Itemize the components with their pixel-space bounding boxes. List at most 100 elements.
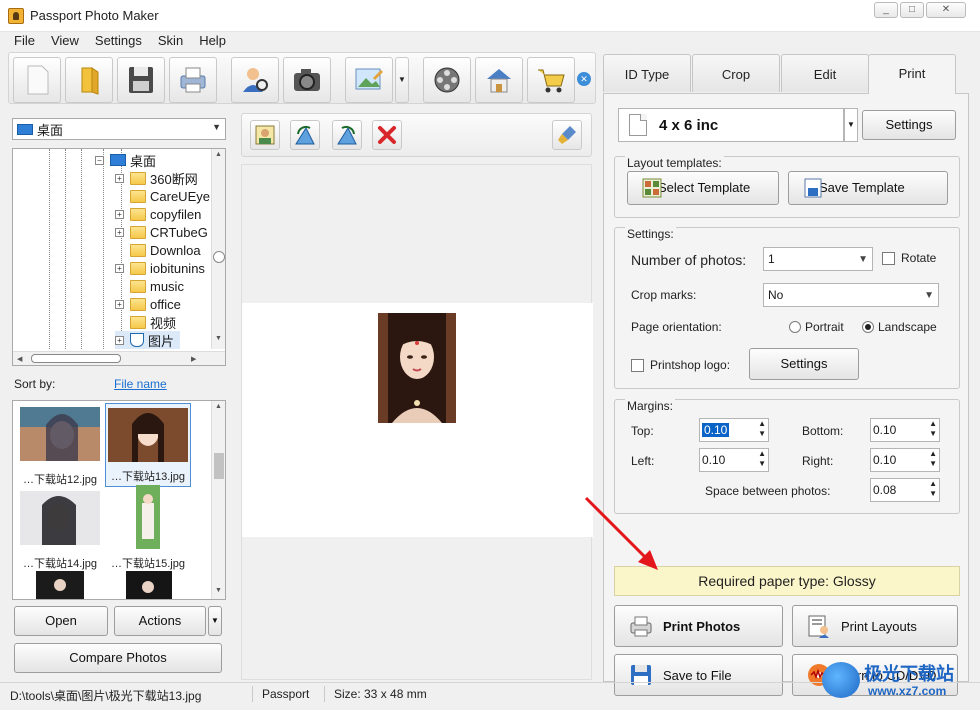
compare-photos-button[interactable]: Compare Photos xyxy=(14,643,222,673)
tree-item[interactable]: + iobitunins xyxy=(115,259,205,277)
spin-arrows-icon[interactable]: ▲ ▼ xyxy=(929,419,937,439)
paper-size-select[interactable]: 4 x 6 inc xyxy=(618,108,844,142)
num-photos-select[interactable]: 1 ▼ xyxy=(763,247,873,271)
tree-item[interactable]: + CRTubeG xyxy=(115,223,208,241)
person-search-button[interactable] xyxy=(231,57,279,103)
save-template-button[interactable]: Save Template xyxy=(788,171,948,205)
layout-templates-group: Layout templates: Select Template Save T… xyxy=(614,156,960,218)
maximize-button[interactable]: □ xyxy=(900,2,924,18)
tree-item[interactable]: Downloa xyxy=(115,241,201,259)
open-button[interactable]: Open xyxy=(14,606,108,636)
scroll-right-icon[interactable]: ▶ xyxy=(191,355,196,363)
tree-item[interactable]: + copyfilen xyxy=(115,205,201,223)
folder-dropdown[interactable]: 桌面 ▼ xyxy=(12,118,226,140)
paper-size-dropdown[interactable]: ▼ xyxy=(844,108,858,142)
expand-icon[interactable]: + xyxy=(115,263,124,273)
tree-item-selected[interactable]: + 图片 xyxy=(115,331,181,349)
minimize-button[interactable]: _ xyxy=(874,2,898,18)
printshop-logo-checkbox[interactable] xyxy=(631,359,644,372)
tab-crop[interactable]: Crop xyxy=(692,54,780,92)
thumbnail-scrollbar[interactable]: ▲ ▼ xyxy=(211,401,225,599)
tree-item-label: 360断网 xyxy=(150,171,198,187)
collapse-icon[interactable]: − xyxy=(95,155,104,165)
scroll-up-icon[interactable]: ▲ xyxy=(215,403,222,410)
right-margin-input[interactable]: 0.10 ▲ ▼ xyxy=(870,448,940,472)
tree-item[interactable]: 视频 xyxy=(115,313,176,331)
top-margin-input[interactable]: 0.10 ▲ ▼ xyxy=(699,418,769,442)
portrait-radio[interactable] xyxy=(789,321,801,333)
scroll-thumb[interactable] xyxy=(214,453,224,479)
print-layouts-button[interactable]: Print Layouts xyxy=(792,605,958,647)
select-template-button[interactable]: Select Template xyxy=(627,171,779,205)
menu-view[interactable]: View xyxy=(43,32,87,52)
actions-button[interactable]: Actions xyxy=(114,606,206,636)
expand-icon[interactable]: + xyxy=(115,335,124,345)
tree-item[interactable]: + 360断网 xyxy=(115,169,198,187)
passport-photo[interactable] xyxy=(378,313,456,423)
thumbnail-item[interactable] xyxy=(105,571,191,599)
tree-horizontal-scrollbar[interactable]: ◀ ▶ xyxy=(13,351,225,365)
scroll-left-icon[interactable]: ◀ xyxy=(17,355,22,363)
scroll-down-icon[interactable]: ▼ xyxy=(215,587,222,594)
crop-marks-select[interactable]: No ▼ xyxy=(763,283,939,307)
image-edit-button[interactable] xyxy=(345,57,393,103)
expand-icon[interactable]: + xyxy=(115,299,124,309)
expand-icon[interactable]: + xyxy=(115,227,124,237)
image-edit-dropdown[interactable]: ▼ xyxy=(395,57,409,103)
film-button[interactable] xyxy=(423,57,471,103)
scroll-thumb[interactable] xyxy=(213,251,225,263)
thumbnail-item[interactable]: …下载站12.jpg xyxy=(17,405,103,489)
left-margin-input[interactable]: 0.10 ▲ ▼ xyxy=(699,448,769,472)
rotate-checkbox[interactable] xyxy=(882,252,895,265)
paper-settings-button[interactable]: Settings xyxy=(862,110,956,140)
thumbnail-item[interactable] xyxy=(17,571,103,599)
tab-print[interactable]: Print xyxy=(868,54,956,94)
tree-item[interactable]: + office xyxy=(115,295,181,313)
menu-settings[interactable]: Settings xyxy=(87,32,150,52)
save-button[interactable] xyxy=(117,57,165,103)
scroll-up-icon[interactable]: ▲ xyxy=(215,151,222,158)
tree-item-root[interactable]: − 桌面 xyxy=(95,151,156,169)
print-photos-button[interactable]: Print Photos xyxy=(614,605,783,647)
bottom-margin-input[interactable]: 0.10 ▲ ▼ xyxy=(870,418,940,442)
menu-help[interactable]: Help xyxy=(191,32,234,52)
actions-dropdown[interactable]: ▼ xyxy=(208,606,222,636)
tree-item[interactable]: music xyxy=(115,277,184,295)
tab-edit[interactable]: Edit xyxy=(781,54,869,92)
rotate-right-button[interactable] xyxy=(332,120,362,150)
spin-arrows-icon[interactable]: ▲ ▼ xyxy=(758,449,766,469)
rotate-label: Rotate xyxy=(901,251,937,265)
close-button[interactable]: ✕ xyxy=(926,2,966,18)
printshop-settings-button[interactable]: Settings xyxy=(749,348,859,380)
clear-button[interactable] xyxy=(552,120,582,150)
thumbnail-item[interactable]: …下载站15.jpg xyxy=(105,485,191,573)
home-button[interactable] xyxy=(475,57,523,103)
spin-arrows-icon[interactable]: ▲ ▼ xyxy=(758,419,766,439)
folder-dropdown-value: 桌面 xyxy=(37,122,64,138)
delete-button[interactable] xyxy=(372,120,402,150)
tree-vertical-scrollbar[interactable]: ▲ ▼ xyxy=(211,149,225,349)
space-between-input[interactable]: 0.08 ▲ ▼ xyxy=(870,478,940,502)
open-button[interactable] xyxy=(65,57,113,103)
fit-face-button[interactable] xyxy=(250,120,280,150)
thumbnail-item[interactable]: …下载站14.jpg xyxy=(17,489,103,573)
toolbar-close-icon[interactable]: ✕ xyxy=(577,72,591,86)
spin-arrows-icon[interactable]: ▲ ▼ xyxy=(929,479,937,499)
thumbnail-item-selected[interactable]: …下载站13.jpg xyxy=(105,403,191,487)
tab-id-type[interactable]: ID Type xyxy=(603,54,691,92)
landscape-radio[interactable] xyxy=(862,321,874,333)
menu-file[interactable]: File xyxy=(6,32,43,52)
tree-item[interactable]: CareUEye xyxy=(115,187,210,205)
cart-button[interactable] xyxy=(527,57,575,103)
camera-button[interactable] xyxy=(283,57,331,103)
scroll-thumb[interactable] xyxy=(31,354,121,363)
scroll-down-icon[interactable]: ▼ xyxy=(215,335,222,342)
expand-icon[interactable]: + xyxy=(115,173,124,183)
print-button[interactable] xyxy=(169,57,217,103)
menu-skin[interactable]: Skin xyxy=(150,32,191,52)
spin-arrows-icon[interactable]: ▲ ▼ xyxy=(929,449,937,469)
rotate-left-button[interactable] xyxy=(290,120,320,150)
sort-by-link[interactable]: File name xyxy=(114,377,167,391)
expand-icon[interactable]: + xyxy=(115,209,124,219)
new-button[interactable] xyxy=(13,57,61,103)
